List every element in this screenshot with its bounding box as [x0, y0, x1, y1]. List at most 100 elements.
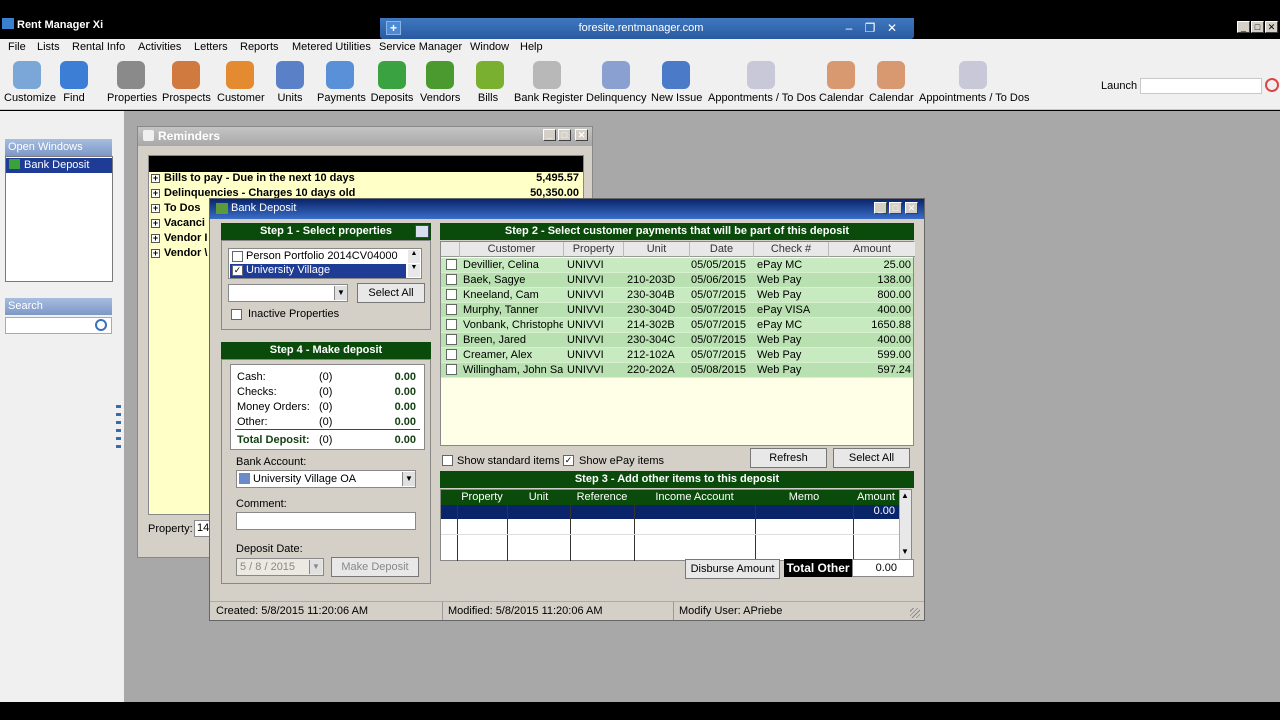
property-checkbox-university-village[interactable]: ✓	[232, 265, 243, 276]
property-list-scroll-down[interactable]: ▼	[408, 264, 420, 277]
reminders-close-button[interactable]: ✕	[575, 129, 588, 141]
payment-row-checkbox[interactable]	[446, 274, 457, 285]
payments-header-customer[interactable]: Customer	[460, 242, 564, 257]
chevron-down-icon[interactable]: ▼	[402, 472, 415, 486]
menu-help[interactable]: Help	[520, 41, 543, 53]
scroll-up-icon[interactable]: ▲	[901, 491, 909, 500]
chevron-down-icon[interactable]: ▼	[309, 560, 322, 574]
payments-header-amount[interactable]: Amount	[829, 242, 915, 257]
payment-row[interactable]: Devillier, Celina UNIVVI 05/05/2015 ePay MC…	[441, 258, 913, 273]
expand-icon[interactable]: +	[151, 249, 160, 258]
resize-grip-icon[interactable]	[910, 608, 920, 618]
payment-row-checkbox[interactable]	[446, 259, 457, 270]
payment-row[interactable]: Willingham, John Sam UNIVVI 220-202A 05/08/…	[441, 363, 913, 378]
toolbar-button-properties[interactable]: Properties	[107, 61, 157, 109]
payment-row-checkbox[interactable]	[446, 319, 457, 330]
other-header-income-account[interactable]: Income Account	[634, 491, 755, 503]
toolbar-button-delinquency[interactable]: Delinquency	[586, 61, 647, 109]
menu-file[interactable]: File	[8, 41, 26, 53]
payment-row[interactable]: Breen, Jared UNIVVI 230-304C 05/07/2015 Web …	[441, 333, 913, 348]
bd-close-button[interactable]: ✕	[905, 202, 918, 214]
remote-minimize-button[interactable]: –	[841, 21, 857, 35]
bd-minimize-button[interactable]: _	[874, 202, 887, 214]
menu-letters[interactable]: Letters	[194, 41, 228, 53]
menu-metered-utilities[interactable]: Metered Utilities	[292, 41, 371, 53]
remote-close-button[interactable]: ✕	[884, 21, 900, 35]
toolbar-button-new-issue[interactable]: New Issue	[651, 61, 702, 109]
show-epay-items-checkbox[interactable]: ✓	[563, 455, 574, 466]
toolbar-button-calendar[interactable]: Calendar	[869, 61, 914, 109]
toolbar-button-deposits[interactable]: Deposits	[370, 61, 414, 109]
payment-row[interactable]: Creamer, Alex UNIVVI 212-102A 05/07/2015 Web…	[441, 348, 913, 363]
property-checkbox-portfolio[interactable]	[232, 251, 243, 262]
expand-icon[interactable]: +	[151, 174, 160, 183]
toolbar-button-customer[interactable]: Customer	[217, 61, 265, 109]
scroll-down-icon[interactable]: ▼	[901, 547, 909, 556]
menu-activities[interactable]: Activities	[138, 41, 181, 53]
step1-select-all-button[interactable]: Select All	[357, 283, 425, 303]
property-group-combo[interactable]	[228, 284, 348, 302]
toolbar-button-vendors[interactable]: Vendors	[420, 61, 460, 109]
launch-input[interactable]	[1140, 78, 1262, 94]
payment-row-checkbox[interactable]	[446, 289, 457, 300]
toolbar-button-customize[interactable]: Customize	[4, 61, 56, 109]
panel-splitter-grip[interactable]	[116, 405, 121, 453]
menu-lists[interactable]: Lists	[37, 41, 60, 53]
other-header-property[interactable]: Property	[457, 491, 507, 503]
app-minimize-button[interactable]: _	[1237, 21, 1250, 33]
open-window-item-bank-deposit[interactable]: Bank Deposit	[6, 158, 112, 173]
app-maximize-button[interactable]: □	[1251, 21, 1264, 33]
payment-row-checkbox[interactable]	[446, 349, 457, 360]
reminders-maximize-button[interactable]: □	[558, 129, 571, 141]
other-header-memo[interactable]: Memo	[755, 491, 853, 503]
app-close-button[interactable]: ✕	[1265, 21, 1278, 33]
other-header-reference[interactable]: Reference	[570, 491, 634, 503]
inactive-properties-checkbox[interactable]	[231, 309, 242, 320]
reminders-minimize-button[interactable]: _	[543, 129, 556, 141]
property-item-portfolio[interactable]: Person Portfolio 2014CV04000	[230, 250, 406, 264]
expand-icon[interactable]: +	[151, 189, 160, 198]
payment-row[interactable]: Baek, Sagye UNIVVI 210-203D 05/06/2015 Web P…	[441, 273, 913, 288]
payments-header-check[interactable]: Check #	[754, 242, 829, 257]
toolbar-button-bank-register[interactable]: Bank Register	[514, 61, 583, 109]
other-items-row-selected[interactable]: 0.00	[441, 505, 899, 519]
payment-row[interactable]: Murphy, Tanner UNIVVI 230-304D 05/07/2015 eP…	[441, 303, 913, 318]
reminder-row[interactable]: + Bills to pay - Due in the next 10 days 5…	[151, 172, 583, 187]
toolbar-button-units[interactable]: Units	[275, 61, 305, 109]
bd-maximize-button[interactable]: □	[889, 202, 902, 214]
toolbar-button-prospects[interactable]: Prospects	[162, 61, 211, 109]
toolbar-button-find[interactable]: Find	[60, 61, 88, 109]
launch-go-icon[interactable]	[1265, 78, 1279, 92]
step2-select-all-button[interactable]: Select All	[833, 448, 910, 468]
other-header-amount[interactable]: Amount	[853, 491, 899, 503]
payments-header-unit[interactable]: Unit	[624, 242, 690, 257]
comment-input[interactable]	[236, 512, 416, 530]
menu-reports[interactable]: Reports	[240, 41, 279, 53]
other-items-scrollbar[interactable]: ▲ ▼	[899, 490, 911, 560]
bank-account-select[interactable]: University Village OA	[236, 470, 416, 488]
disburse-amount-button[interactable]: Disburse Amount	[685, 559, 780, 579]
remote-restore-button[interactable]: ❐	[862, 21, 878, 35]
expand-icon[interactable]: +	[151, 204, 160, 213]
menu-service-manager[interactable]: Service Manager	[379, 41, 462, 53]
step1-options-icon[interactable]	[415, 225, 429, 238]
payment-row[interactable]: Vonbank, Christopher UNIVVI 214-302B 05/07/…	[441, 318, 913, 333]
payment-row[interactable]: Kneeland, Cam UNIVVI 230-304B 05/07/2015 Web…	[441, 288, 913, 303]
property-list-scroll-up[interactable]: ▲	[408, 250, 420, 263]
toolbar-button-bills[interactable]: Bills	[476, 61, 504, 109]
chevron-down-icon[interactable]: ▼	[334, 286, 347, 300]
toolbar-button-appontments-to-dos[interactable]: Appontments / To Dos	[708, 61, 816, 109]
property-item-university-village[interactable]: ✓ University Village	[230, 264, 406, 278]
toolbar-button-appointments-to-dos[interactable]: Appointments / To Dos	[919, 61, 1029, 109]
expand-icon[interactable]: +	[151, 234, 160, 243]
toolbar-button-calendar[interactable]: Calendar	[819, 61, 864, 109]
payment-row-checkbox[interactable]	[446, 334, 457, 345]
payment-row-checkbox[interactable]	[446, 304, 457, 315]
toolbar-button-payments[interactable]: Payments	[317, 61, 366, 109]
show-standard-items-checkbox[interactable]	[442, 455, 453, 466]
menu-window[interactable]: Window	[470, 41, 509, 53]
refresh-button[interactable]: Refresh	[750, 448, 827, 468]
search-icon[interactable]	[95, 319, 107, 331]
payments-header-date[interactable]: Date	[690, 242, 754, 257]
menu-rental-info[interactable]: Rental Info	[72, 41, 125, 53]
